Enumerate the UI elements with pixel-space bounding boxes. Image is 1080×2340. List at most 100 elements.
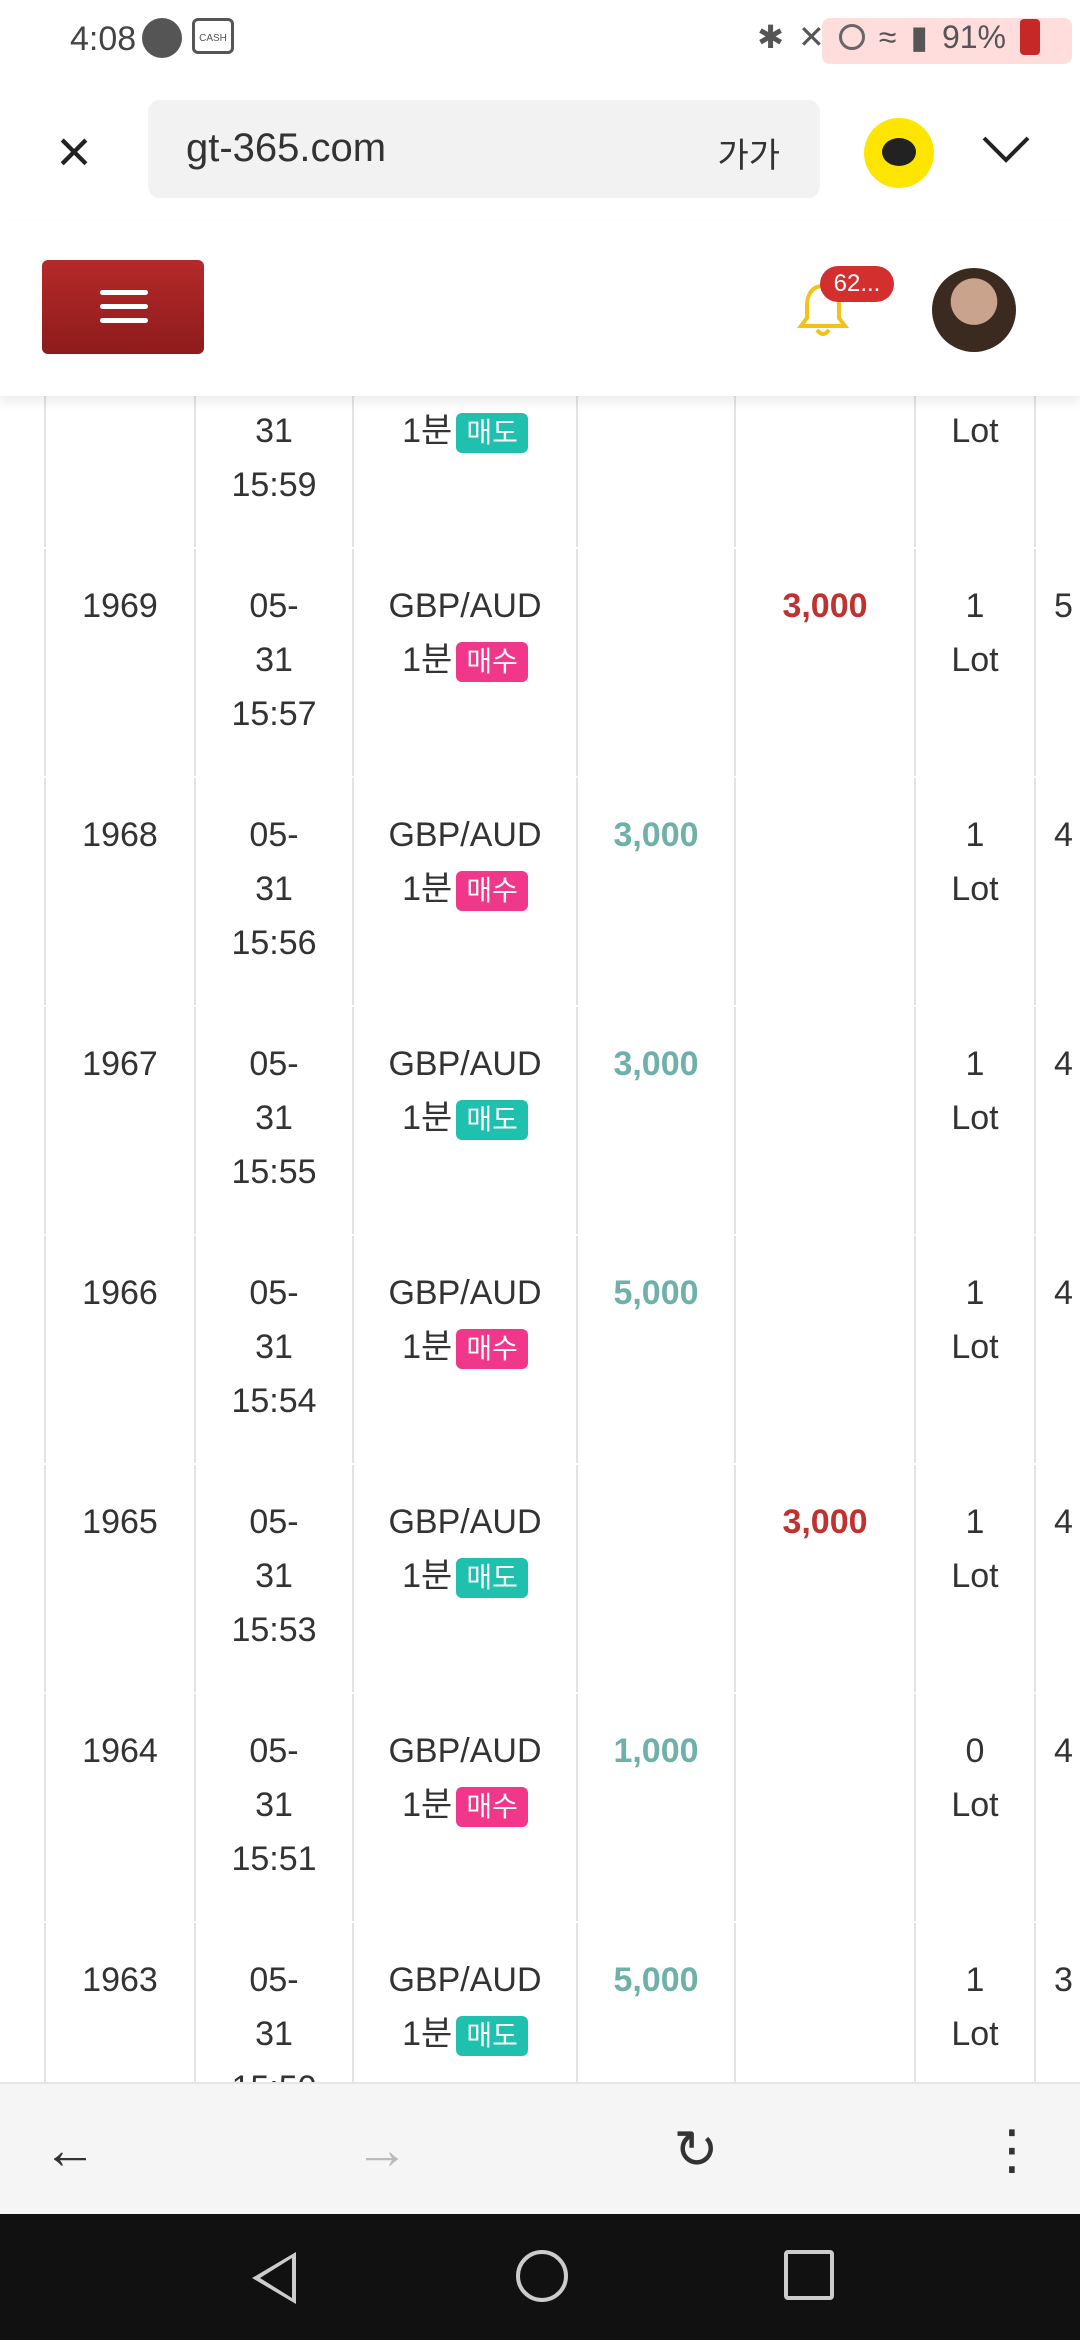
mute-icon: ✕ xyxy=(797,19,825,55)
signal-icon: ▮ xyxy=(910,19,928,55)
trade-pair: GBP/AUD xyxy=(388,1274,542,1312)
win-amount-cell xyxy=(576,1465,734,1692)
trade-time-cell: 05- 31 15:56 xyxy=(194,778,352,1005)
balance-cell: 4 xyxy=(1034,778,1080,1005)
forward-arrow-icon[interactable]: → xyxy=(352,2120,412,2180)
trade-date-month: 05- xyxy=(249,1732,299,1770)
table-cell: Lot xyxy=(914,396,1034,547)
lot-number: 1 xyxy=(965,587,985,625)
lot-unit: Lot xyxy=(951,641,999,679)
win-amount: 5,000 xyxy=(613,1274,699,1312)
side-tag: 매수 xyxy=(456,1329,528,1370)
trade-interval: 1분 xyxy=(402,1328,453,1366)
balance-value: 4 xyxy=(1054,816,1073,854)
trade-date-day: 31 xyxy=(255,1099,293,1137)
lot-number: 1 xyxy=(965,1503,985,1541)
lose-amount-cell: 3,000 xyxy=(734,1465,914,1692)
back-arrow-icon[interactable]: ← xyxy=(40,2120,100,2180)
trade-id-cell: 1964 xyxy=(44,1694,194,1921)
trade-date-day: 31 xyxy=(255,1557,293,1595)
lose-amount-cell xyxy=(734,778,914,1005)
trade-time: 15:54 xyxy=(231,1382,317,1420)
trade-pair: GBP/AUD xyxy=(388,587,542,625)
kakao-bubble xyxy=(882,138,916,166)
table-cell: 31 15:59 xyxy=(194,396,352,547)
table-cell: 1분 매도 xyxy=(352,396,576,547)
trade-id-cell: 1969 xyxy=(44,549,194,776)
trade-id: 1967 xyxy=(82,1045,158,1083)
balance-value: 5 xyxy=(1054,587,1073,625)
balance-value: 3 xyxy=(1054,1961,1073,1999)
trade-id: 1969 xyxy=(82,587,158,625)
trade-interval: 1분 xyxy=(402,870,453,908)
trade-time: 15:55 xyxy=(231,1153,317,1191)
menu-button[interactable] xyxy=(42,260,204,354)
font-size-button[interactable]: 가가 xyxy=(717,128,780,177)
table-cell xyxy=(734,396,914,547)
win-amount-cell: 3,000 xyxy=(576,778,734,1005)
trade-id: 1963 xyxy=(82,1961,158,1999)
site-header: 62... xyxy=(0,222,1080,396)
trade-id: 1964 xyxy=(82,1732,158,1770)
close-icon[interactable]: × xyxy=(44,122,104,184)
trade-time: 15:59 xyxy=(231,466,317,504)
win-amount: 1,000 xyxy=(613,1732,699,1770)
notification-badge[interactable]: 62... xyxy=(820,266,894,302)
trade-date-day: 31 xyxy=(255,870,293,908)
trade-pair-cell: GBP/AUD 1분 매도 xyxy=(352,1923,576,2082)
kakao-icon[interactable] xyxy=(864,118,934,188)
win-amount-cell: 5,000 xyxy=(576,1236,734,1463)
win-amount: 3,000 xyxy=(613,816,699,854)
more-vertical-icon[interactable]: ⋮ xyxy=(982,2120,1042,2180)
trade-interval: 1분 xyxy=(402,1099,453,1137)
trade-interval: 1분 xyxy=(402,2015,453,2053)
trade-date-day: 31 xyxy=(255,2015,293,2053)
chevron-down-icon[interactable] xyxy=(980,130,1032,170)
balance-cell: 4 xyxy=(1034,1007,1080,1234)
status-right-icons: ✱ ✕ ≈ ▮ 91% xyxy=(757,18,1040,56)
trade-date-day: 31 xyxy=(255,1328,293,1366)
trade-id: 1966 xyxy=(82,1274,158,1312)
trade-id: 1968 xyxy=(82,816,158,854)
lot-unit: Lot xyxy=(951,1557,999,1595)
trade-time-cell: 05- 31 15:51 xyxy=(194,1694,352,1921)
balance-cell: 4 xyxy=(1034,1236,1080,1463)
lot-unit: Lot xyxy=(951,412,999,450)
avatar[interactable] xyxy=(932,268,1016,352)
balance-cell: 4 xyxy=(1034,1465,1080,1692)
trade-time: 15:50 xyxy=(196,2061,352,2082)
lose-amount-cell xyxy=(734,1923,914,2082)
url-bar[interactable]: gt-365.com 가가 xyxy=(148,100,820,198)
trade-id-cell: 1967 xyxy=(44,1007,194,1234)
lose-amount-cell: 3,000 xyxy=(734,549,914,776)
side-tag: 매도 xyxy=(456,1558,528,1599)
trade-id-cell: 1963 xyxy=(44,1923,194,2082)
trade-interval: 1분 xyxy=(402,412,453,450)
win-amount-cell: 5,000 xyxy=(576,1923,734,2082)
cash-tv-icon: CASH xyxy=(192,18,234,54)
side-tag: 매수 xyxy=(456,1787,528,1828)
balance-value: 4 xyxy=(1054,1274,1073,1312)
win-amount: 3,000 xyxy=(613,1045,699,1083)
trade-pair-cell: GBP/AUD 1분 매수 xyxy=(352,778,576,1005)
trade-time-cell: 05- 31 15:54 xyxy=(194,1236,352,1463)
lot-cell: 1 Lot xyxy=(914,1007,1034,1234)
win-amount-cell: 3,000 xyxy=(576,1007,734,1234)
trade-time: 15:57 xyxy=(231,695,317,733)
win-amount-cell: 1,000 xyxy=(576,1694,734,1921)
refresh-icon[interactable]: ↻ xyxy=(666,2120,726,2180)
lot-unit: Lot xyxy=(951,1099,999,1137)
trade-id: 1965 xyxy=(82,1503,158,1541)
battery-percent: 91% xyxy=(941,18,1006,55)
balance-value: 4 xyxy=(1054,1732,1073,1770)
hamburger-icon xyxy=(100,304,148,309)
battery-icon xyxy=(1020,19,1040,55)
nav-home-icon[interactable] xyxy=(516,2250,568,2302)
balance-cell: 3 xyxy=(1034,1923,1080,2082)
trade-date-month: 05- xyxy=(249,1045,299,1083)
trade-id-cell: 1965 xyxy=(44,1465,194,1692)
hamburger-icon xyxy=(100,318,148,323)
lot-number: 1 xyxy=(965,816,985,854)
android-navigation-bar xyxy=(0,2214,1080,2340)
nav-recents-icon[interactable] xyxy=(784,2250,834,2300)
